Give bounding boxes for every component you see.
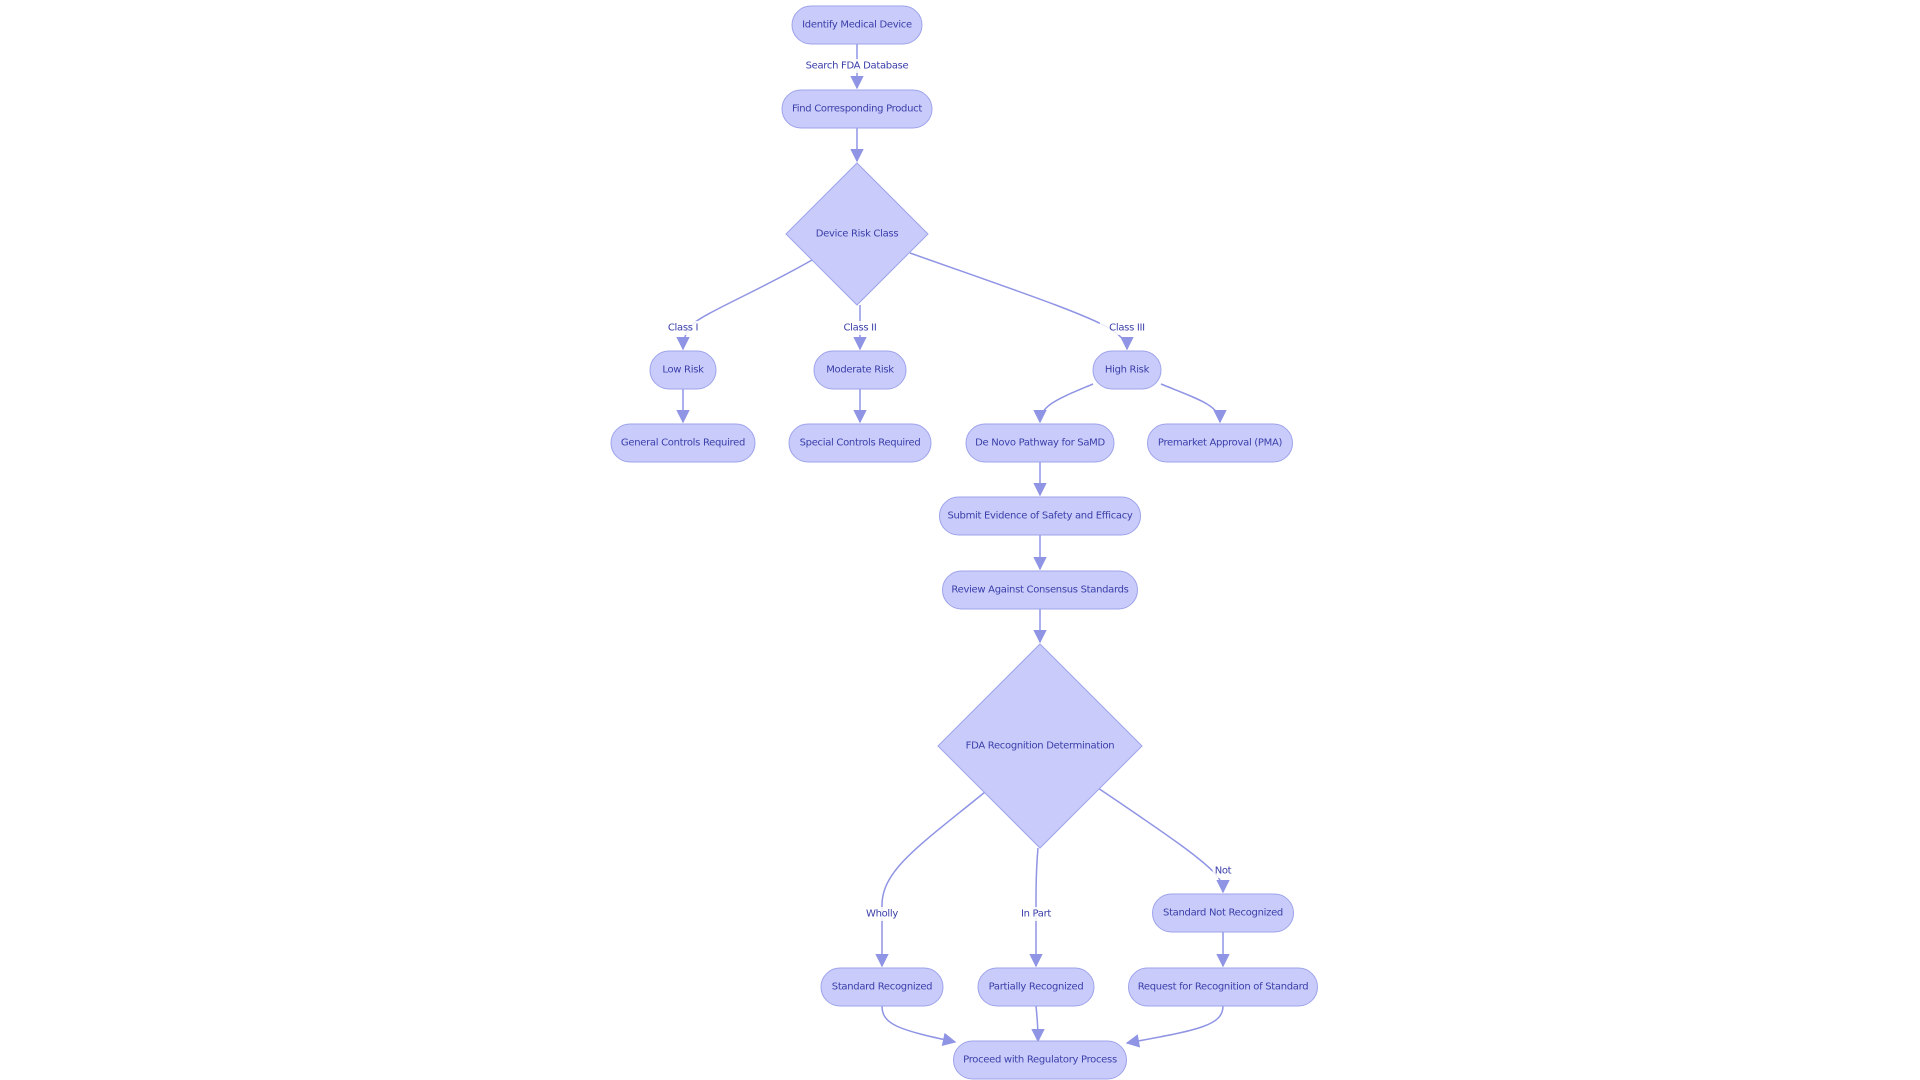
edge-label: Search FDA Database	[806, 61, 909, 72]
edge-request-to-proceed	[1125, 1005, 1224, 1048]
node-label: Partially Recognized	[989, 982, 1084, 993]
node-request[interactable]: Request for Recognition of Standard	[1128, 967, 1318, 1007]
edge-std-recog-to-proceed	[881, 1005, 957, 1047]
edge-high-to-denovo	[1033, 383, 1094, 424]
edge-label: In Part	[1021, 909, 1051, 920]
node-label: FDA Recognition Determination	[966, 741, 1115, 752]
node-special[interactable]: Special Controls Required	[788, 423, 932, 463]
edge-risk-class-to-high	[909, 252, 1134, 351]
node-denovo[interactable]: De Novo Pathway for SaMD	[965, 423, 1115, 463]
node-label: Find Corresponding Product	[792, 104, 922, 115]
edge-label: Not	[1215, 866, 1232, 877]
node-label: Moderate Risk	[826, 365, 894, 376]
edge-risk-class-to-low	[676, 259, 813, 351]
node-fda-recog[interactable]: FDA Recognition Determination	[937, 643, 1143, 849]
node-pma[interactable]: Premarket Approval (PMA)	[1147, 423, 1293, 463]
edge-labels-layer: Search FDA Database Class I Class II Class …	[661, 59, 1234, 921]
edge-label: Class II	[844, 323, 877, 334]
node-label: De Novo Pathway for SaMD	[975, 438, 1105, 449]
flowchart-diagram: Identify Medical Device Find Correspondin…	[610, 5, 1318, 1080]
node-general[interactable]: General Controls Required	[610, 423, 756, 463]
node-proceed[interactable]: Proceed with Regulatory Process	[953, 1040, 1127, 1080]
node-high[interactable]: High Risk	[1092, 350, 1162, 390]
nodes-layer: Identify Medical Device Find Correspondin…	[610, 5, 1318, 1080]
node-label: Review Against Consensus Standards	[951, 585, 1128, 596]
node-label: Standard Not Recognized	[1163, 908, 1283, 919]
node-identify[interactable]: Identify Medical Device	[791, 5, 923, 45]
node-label: High Risk	[1105, 365, 1150, 376]
edge-label: Class I	[668, 323, 698, 334]
node-moderate[interactable]: Moderate Risk	[813, 350, 907, 390]
node-not-recog[interactable]: Standard Not Recognized	[1152, 893, 1294, 933]
node-label: Premarket Approval (PMA)	[1158, 438, 1283, 449]
node-label: Identify Medical Device	[802, 20, 912, 31]
node-label: Device Risk Class	[816, 229, 899, 240]
node-label: General Controls Required	[621, 438, 745, 449]
node-label: Proceed with Regulatory Process	[963, 1055, 1117, 1066]
node-std-recog[interactable]: Standard Recognized	[820, 967, 944, 1007]
edge-fda-recog-to-std-recog	[875, 791, 986, 968]
node-label: Request for Recognition of Standard	[1138, 982, 1309, 993]
edges-layer	[676, 44, 1230, 1048]
node-find[interactable]: Find Corresponding Product	[781, 89, 933, 129]
node-label: Standard Recognized	[832, 982, 932, 993]
edge-high-to-pma	[1160, 383, 1227, 424]
node-label: Low Risk	[662, 365, 704, 376]
node-low[interactable]: Low Risk	[649, 350, 717, 390]
edge-label: Wholly	[866, 909, 898, 920]
node-label: Submit Evidence of Safety and Efficacy	[947, 511, 1132, 522]
edge-fda-recog-to-not-recog	[1097, 787, 1230, 894]
edge-partial-to-proceed	[1031, 1005, 1045, 1043]
edge-label: Class III	[1109, 323, 1145, 334]
node-submit[interactable]: Submit Evidence of Safety and Efficacy	[939, 496, 1141, 536]
node-review[interactable]: Review Against Consensus Standards	[942, 570, 1138, 610]
node-risk-class[interactable]: Device Risk Class	[785, 162, 929, 306]
node-partial[interactable]: Partially Recognized	[977, 967, 1095, 1007]
node-label: Special Controls Required	[800, 438, 921, 449]
